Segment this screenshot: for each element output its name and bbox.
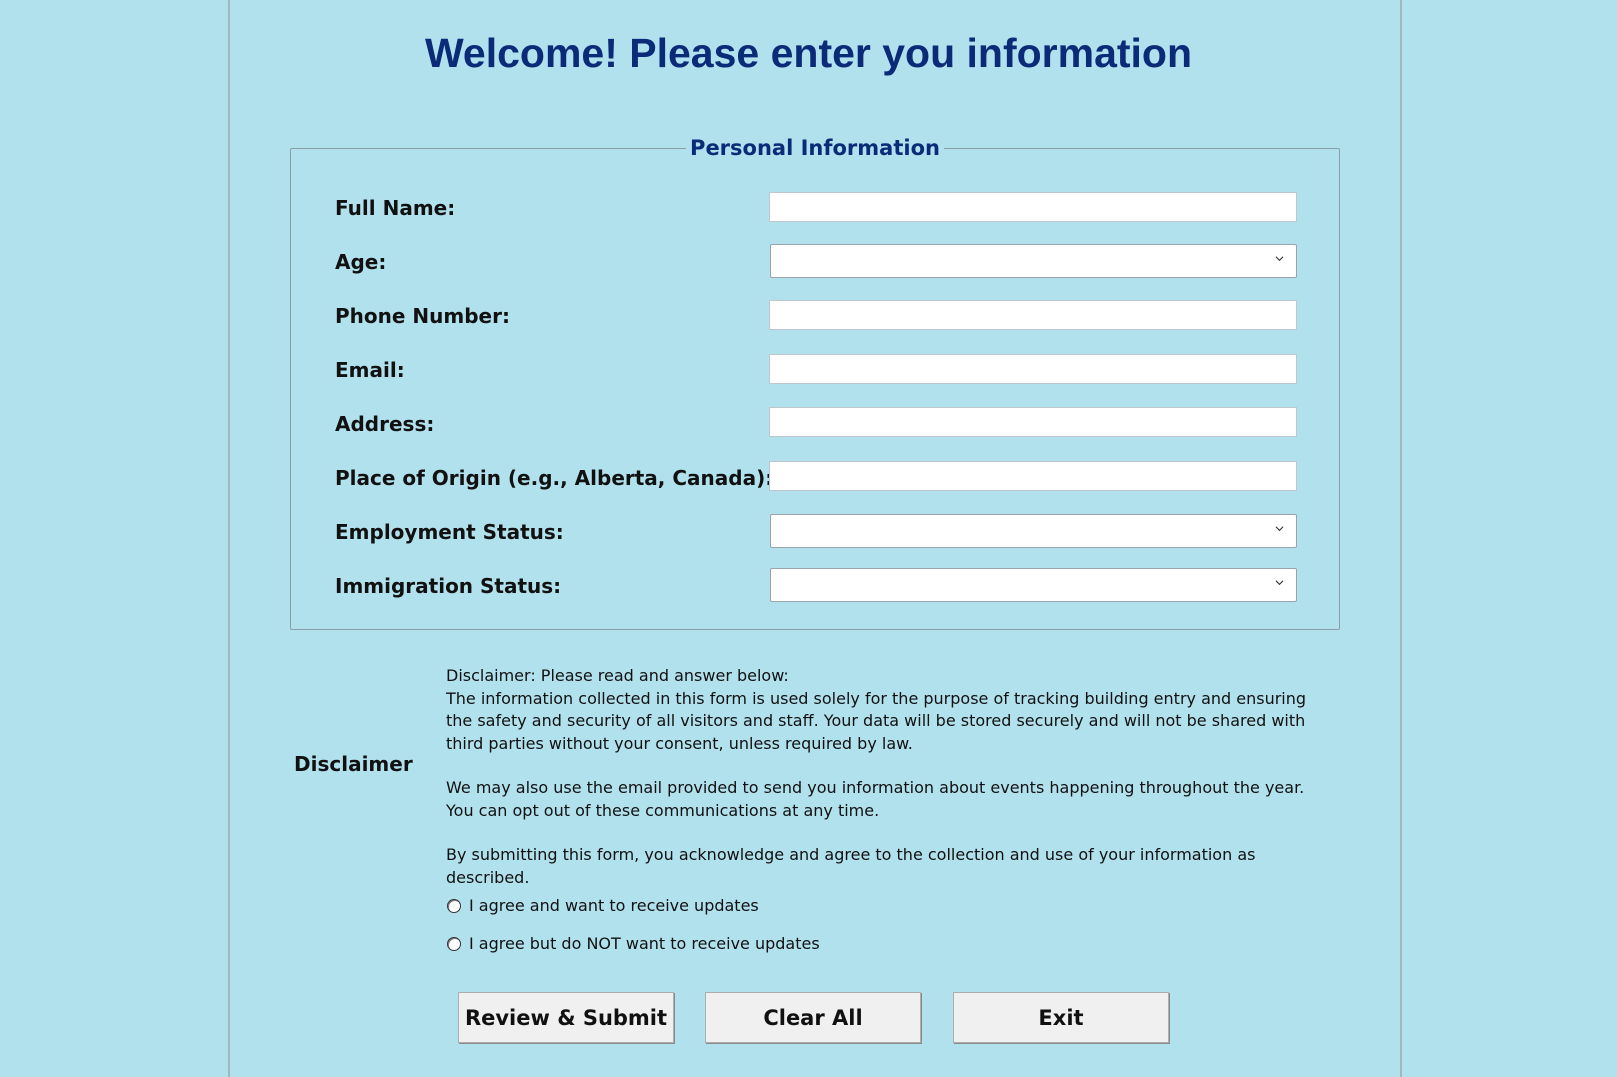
radio-option-receive-updates[interactable]: I agree and want to receive updates	[447, 896, 759, 915]
age-select[interactable]	[770, 244, 1297, 278]
radio-button-icon[interactable]	[447, 936, 461, 951]
chevron-down-icon	[1275, 256, 1284, 262]
immigration-select[interactable]	[770, 568, 1297, 602]
disclaimer-paragraph-3: By submitting this form, you acknowledge…	[446, 845, 1256, 887]
radio-option-no-updates[interactable]: I agree but do NOT want to receive updat…	[447, 934, 820, 953]
right-window-edge	[1400, 0, 1402, 1077]
page-title: Welcome! Please enter you information	[424, 30, 1193, 76]
phone-label: Phone Number:	[335, 304, 510, 328]
review-submit-button[interactable]: Review & Submit	[458, 992, 674, 1043]
chevron-down-icon	[1275, 580, 1284, 586]
employment-select[interactable]	[770, 514, 1297, 548]
disclaimer-text: Disclaimer: Please read and answer below…	[446, 665, 1336, 889]
origin-input[interactable]	[769, 461, 1297, 491]
email-input[interactable]	[769, 354, 1297, 384]
email-label: Email:	[335, 358, 405, 382]
radio-button-icon[interactable]	[447, 898, 461, 913]
full-name-input[interactable]	[769, 192, 1297, 222]
exit-button[interactable]: Exit	[953, 992, 1169, 1043]
age-label: Age:	[335, 250, 387, 274]
address-input[interactable]	[769, 407, 1297, 437]
chevron-down-icon	[1275, 526, 1284, 532]
disclaimer-label: Disclaimer	[294, 752, 413, 776]
origin-label: Place of Origin (e.g., Alberta, Canada):	[335, 466, 774, 490]
disclaimer-heading: Disclaimer: Please read and answer below…	[446, 666, 789, 685]
radio-label: I agree but do NOT want to receive updat…	[469, 934, 820, 953]
left-window-edge	[228, 0, 230, 1077]
radio-label: I agree and want to receive updates	[469, 896, 759, 915]
disclaimer-paragraph-1: The information collected in this form i…	[446, 688, 1307, 753]
full-name-label: Full Name:	[335, 196, 456, 220]
disclaimer-paragraph-2: We may also use the email provided to se…	[446, 778, 1305, 820]
address-label: Address:	[335, 412, 435, 436]
employment-label: Employment Status:	[335, 520, 564, 544]
clear-all-button[interactable]: Clear All	[705, 992, 921, 1043]
immigration-label: Immigration Status:	[335, 574, 562, 598]
phone-input[interactable]	[769, 300, 1297, 330]
